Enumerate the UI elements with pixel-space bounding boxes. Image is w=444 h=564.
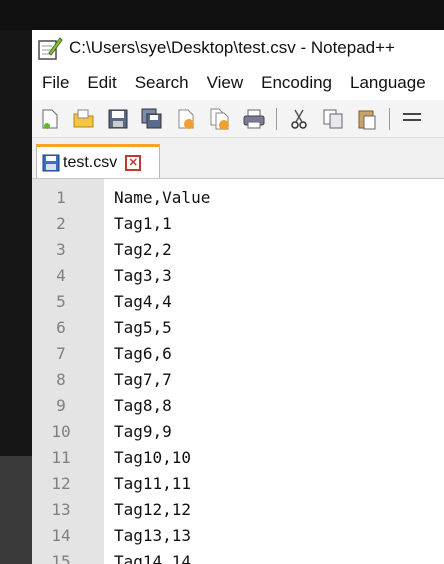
line-number: 7 <box>56 344 66 363</box>
menu-encoding[interactable]: Encoding <box>252 73 341 93</box>
line-number: 3 <box>56 240 66 259</box>
editor-line[interactable]: 9 Tag8,8 <box>32 393 444 419</box>
save-icon[interactable] <box>106 107 130 131</box>
line-text[interactable]: Tag11,11 <box>114 471 191 497</box>
toolbar-separator <box>276 107 277 130</box>
line-number: 13 <box>51 500 71 519</box>
tab-bar: test.csv ✕ <box>32 138 444 178</box>
editor-line[interactable]: 6 Tag5,5 <box>32 315 444 341</box>
editor-line[interactable]: 10 Tag9,9 <box>32 419 444 445</box>
editor-line[interactable]: 15 Tag14,14 <box>32 549 444 564</box>
line-number: 10 <box>51 422 71 441</box>
line-text[interactable]: Tag1,1 <box>114 211 172 237</box>
title-bar[interactable]: C:\Users\sye\Desktop\test.csv - Notepad+… <box>32 30 444 66</box>
cut-icon[interactable] <box>287 107 311 131</box>
line-number: 12 <box>51 474 71 493</box>
editor-line[interactable]: 1 Name,Value <box>32 185 444 211</box>
menu-search[interactable]: Search <box>126 73 198 93</box>
editor-line[interactable]: 13 Tag12,12 <box>32 497 444 523</box>
menu-bar: File Edit Search View Encoding Language <box>32 66 444 100</box>
line-number: 15 <box>51 552 71 564</box>
desktop-background-panel <box>0 456 32 564</box>
line-text[interactable]: Tag3,3 <box>114 263 172 289</box>
line-text[interactable]: Tag7,7 <box>114 367 172 393</box>
print-icon[interactable] <box>242 107 266 131</box>
toolbar-separator <box>389 107 390 130</box>
tab-label: test.csv <box>63 153 118 171</box>
line-number: 4 <box>56 266 66 285</box>
open-file-icon[interactable] <box>72 107 96 131</box>
line-number: 6 <box>56 318 66 337</box>
line-number: 2 <box>56 214 66 233</box>
new-file-icon[interactable] <box>38 107 62 131</box>
menu-view[interactable]: View <box>198 73 253 93</box>
editor-line[interactable]: 2 Tag1,1 <box>32 211 444 237</box>
notepad-plus-plus-window: C:\Users\sye\Desktop\test.csv - Notepad+… <box>32 30 444 564</box>
paste-icon[interactable] <box>355 107 379 131</box>
line-text[interactable]: Tag10,10 <box>114 445 191 471</box>
line-number: 1 <box>56 188 66 207</box>
editor-line[interactable]: 3 Tag2,2 <box>32 237 444 263</box>
close-icon[interactable] <box>174 107 198 131</box>
close-all-icon[interactable] <box>208 107 232 131</box>
line-number: 9 <box>56 396 66 415</box>
line-text[interactable]: Tag6,6 <box>114 341 172 367</box>
wrap-icon[interactable] <box>400 107 424 131</box>
tab-close-icon[interactable]: ✕ <box>125 154 142 171</box>
window-title: C:\Users\sye\Desktop\test.csv - Notepad+… <box>69 38 395 57</box>
line-text[interactable]: Tag8,8 <box>114 393 172 419</box>
line-number: 11 <box>51 448 71 467</box>
toolbar <box>32 100 444 138</box>
editor-area[interactable]: 1 Name,Value 2 Tag1,1 3 Tag2,2 4 Tag3,3 5 Tag4,4 6… <box>32 178 444 564</box>
desktop-background-top <box>0 0 444 30</box>
menu-language[interactable]: Language <box>341 73 435 93</box>
tab-test-csv[interactable]: test.csv ✕ <box>36 144 160 178</box>
editor-line[interactable]: 8 Tag7,7 <box>32 367 444 393</box>
editor-line[interactable]: 7 Tag6,6 <box>32 341 444 367</box>
line-text[interactable]: Tag14,14 <box>114 549 191 564</box>
line-text[interactable]: Name,Value <box>114 185 210 211</box>
save-icon <box>41 153 61 173</box>
line-text[interactable]: Tag9,9 <box>114 419 172 445</box>
save-all-icon[interactable] <box>140 107 164 131</box>
line-text[interactable]: Tag12,12 <box>114 497 191 523</box>
menu-file[interactable]: File <box>32 73 78 93</box>
menu-edit[interactable]: Edit <box>78 73 125 93</box>
editor-line[interactable]: 12 Tag11,11 <box>32 471 444 497</box>
line-text[interactable]: Tag4,4 <box>114 289 172 315</box>
line-text[interactable]: Tag13,13 <box>114 523 191 549</box>
editor-line[interactable]: 4 Tag3,3 <box>32 263 444 289</box>
line-number: 5 <box>56 292 66 311</box>
line-number: 14 <box>51 526 71 545</box>
editor-line[interactable]: 5 Tag4,4 <box>32 289 444 315</box>
line-text[interactable]: Tag2,2 <box>114 237 172 263</box>
copy-icon[interactable] <box>321 107 345 131</box>
notepad-plus-plus-app-icon <box>37 35 63 61</box>
editor-line[interactable]: 11 Tag10,10 <box>32 445 444 471</box>
editor-line[interactable]: 14 Tag13,13 <box>32 523 444 549</box>
line-number: 8 <box>56 370 66 389</box>
line-text[interactable]: Tag5,5 <box>114 315 172 341</box>
